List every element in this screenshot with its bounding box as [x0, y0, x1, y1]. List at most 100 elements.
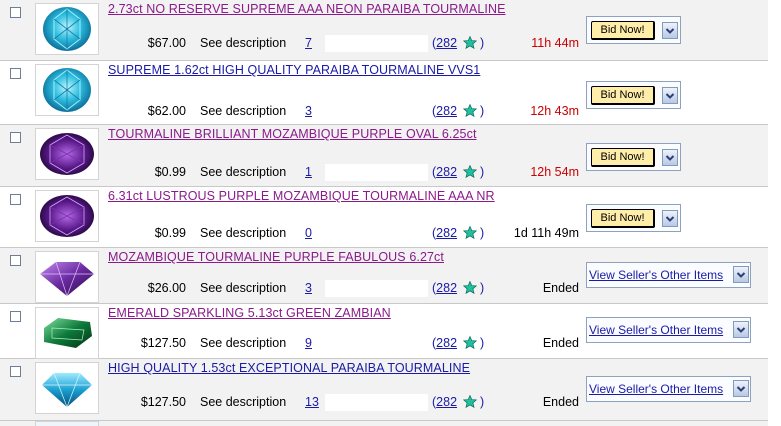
view-seller-items-link[interactable]: View Seller's Other Items	[589, 323, 723, 337]
gem-thumbnail[interactable]	[35, 128, 99, 180]
feedback-close-paren: )	[480, 165, 485, 179]
feedback-score-link[interactable]: 282	[436, 395, 457, 409]
turquoise-star-icon[interactable]	[462, 335, 477, 350]
feedback-close-paren: )	[480, 395, 485, 409]
bid-now-button[interactable]: Bid Now!	[591, 148, 655, 167]
view-seller-items-link[interactable]: View Seller's Other Items	[589, 382, 723, 396]
listing-title-link[interactable]: 2.73ct NO RESERVE SUPREME AAA NEON PARAI…	[108, 2, 506, 16]
time-left: 12h 54m	[530, 165, 579, 179]
feedback-score-link[interactable]: 282	[436, 104, 457, 118]
shipping-description: See description	[200, 336, 287, 350]
shipping-description: See description	[200, 395, 287, 409]
select-checkbox[interactable]	[10, 255, 21, 266]
chevron-down-icon[interactable]	[662, 149, 678, 166]
seller-id-field	[325, 103, 428, 120]
seller-feedback[interactable]: (282 )	[432, 164, 485, 179]
bid-count-link[interactable]: 7	[305, 36, 312, 50]
feedback-score-link[interactable]: 282	[436, 165, 457, 179]
listing-price: $62.00	[147, 104, 186, 118]
gem-thumbnail[interactable]	[35, 190, 99, 242]
select-checkbox[interactable]	[10, 68, 21, 79]
bid-now-button[interactable]: Bid Now!	[591, 209, 655, 228]
next-thumbnail-edge	[35, 421, 99, 426]
chevron-down-icon[interactable]	[662, 210, 678, 227]
time-left: 11h 44m	[531, 36, 579, 50]
chevron-down-icon[interactable]	[662, 87, 678, 104]
view-seller-items-link[interactable]: View Seller's Other Items	[589, 268, 723, 282]
bid-action-box: Bid Now!	[586, 143, 681, 171]
listing-price: $127.50	[140, 395, 186, 409]
listing-title-link[interactable]: EMERALD SPARKLING 5.13ct GREEN ZAMBIAN	[108, 306, 391, 320]
feedback-score-link[interactable]: 282	[436, 226, 457, 240]
listing-title-link[interactable]: MOZAMBIQUE TOURMALINE PURPLE FABULOUS 6.…	[108, 250, 444, 264]
select-checkbox[interactable]	[10, 7, 21, 18]
select-checkbox[interactable]	[10, 366, 21, 377]
turquoise-star-icon[interactable]	[462, 164, 477, 179]
feedback-close-paren: )	[480, 281, 485, 295]
bid-now-button[interactable]: Bid Now!	[591, 86, 655, 105]
listing-row: 2.73ct NO RESERVE SUPREME AAA NEON PARAI…	[0, 0, 768, 61]
gem-thumbnail[interactable]	[35, 64, 99, 116]
time-left: 1d 11h 49m	[513, 226, 579, 240]
time-left: Ended	[542, 395, 579, 409]
listing-row: EMERALD SPARKLING 5.13ct GREEN ZAMBIAN $1…	[0, 304, 768, 359]
feedback-score-link[interactable]: 282	[436, 36, 457, 50]
gem-thumbnail[interactable]	[35, 362, 99, 414]
turquoise-star-icon[interactable]	[462, 103, 477, 118]
bid-count-link[interactable]: 9	[305, 336, 312, 350]
bid-count-link[interactable]: 3	[305, 281, 312, 295]
seller-feedback[interactable]: (282 )	[432, 335, 485, 350]
turquoise-star-icon[interactable]	[462, 225, 477, 240]
page-margin	[768, 0, 781, 426]
feedback-close-paren: )	[480, 36, 485, 50]
bid-count-link[interactable]: 13	[305, 395, 319, 409]
gem-thumbnail[interactable]	[35, 307, 99, 359]
feedback-close-paren: )	[480, 226, 485, 240]
listing-row: 6.31ct LUSTROUS PURPLE MOZAMBIQUE TOURMA…	[0, 187, 768, 248]
turquoise-star-icon[interactable]	[462, 280, 477, 295]
listing-row: TOURMALINE BRILLIANT MOZAMBIQUE PURPLE O…	[0, 125, 768, 187]
bid-count-link[interactable]: 0	[305, 226, 312, 240]
feedback-score-link[interactable]: 282	[436, 281, 457, 295]
chevron-down-icon[interactable]	[733, 380, 749, 397]
turquoise-star-icon[interactable]	[462, 394, 477, 409]
listing-title-link[interactable]: SUPREME 1.62ct HIGH QUALITY PARAIBA TOUR…	[108, 63, 480, 77]
bid-now-button[interactable]: Bid Now!	[591, 21, 655, 40]
time-left: 12h 43m	[530, 104, 579, 118]
listing-row: MOZAMBIQUE TOURMALINE PURPLE FABULOUS 6.…	[0, 248, 768, 304]
seller-id-field	[325, 35, 428, 52]
gem-thumbnail[interactable]	[35, 3, 99, 55]
seller-feedback[interactable]: (282 )	[432, 103, 484, 118]
gem-thumbnail[interactable]	[35, 251, 99, 303]
chevron-down-icon[interactable]	[733, 266, 749, 283]
bid-action-box: Bid Now!	[586, 204, 681, 232]
listing-price: $67.00	[147, 36, 186, 50]
seller-feedback[interactable]: (282 )	[432, 394, 485, 409]
chevron-down-icon[interactable]	[662, 22, 678, 39]
feedback-score-link[interactable]: 282	[436, 336, 457, 350]
feedback-close-paren: )	[480, 336, 485, 350]
seller-id-field	[325, 335, 428, 352]
bid-count-link[interactable]: 3	[305, 104, 312, 118]
chevron-down-icon[interactable]	[733, 321, 749, 338]
seller-action-box: View Seller's Other Items	[586, 262, 751, 288]
turquoise-star-icon[interactable]	[462, 35, 477, 50]
seller-feedback[interactable]: (282 )	[432, 35, 485, 50]
time-left: Ended	[542, 336, 579, 350]
shipping-description: See description	[200, 36, 287, 50]
shipping-description: See description	[200, 165, 287, 179]
select-checkbox[interactable]	[10, 194, 21, 205]
listing-price: $0.99	[154, 165, 186, 179]
seller-feedback[interactable]: (282 )	[432, 280, 485, 295]
select-checkbox[interactable]	[10, 132, 21, 143]
bid-count-link[interactable]: 1	[305, 165, 312, 179]
listing-title-link[interactable]: TOURMALINE BRILLIANT MOZAMBIQUE PURPLE O…	[108, 127, 477, 141]
shipping-description: See description	[200, 281, 287, 295]
listing-title-link[interactable]: 6.31ct LUSTROUS PURPLE MOZAMBIQUE TOURMA…	[108, 189, 495, 203]
listing-title-link[interactable]: HIGH QUALITY 1.53ct EXCEPTIONAL PARAIBA …	[108, 361, 470, 375]
seller-id-field	[325, 394, 428, 411]
select-checkbox[interactable]	[10, 311, 21, 322]
seller-id-field	[325, 280, 428, 297]
seller-id-field	[325, 164, 428, 181]
seller-feedback[interactable]: (282 )	[432, 225, 485, 240]
